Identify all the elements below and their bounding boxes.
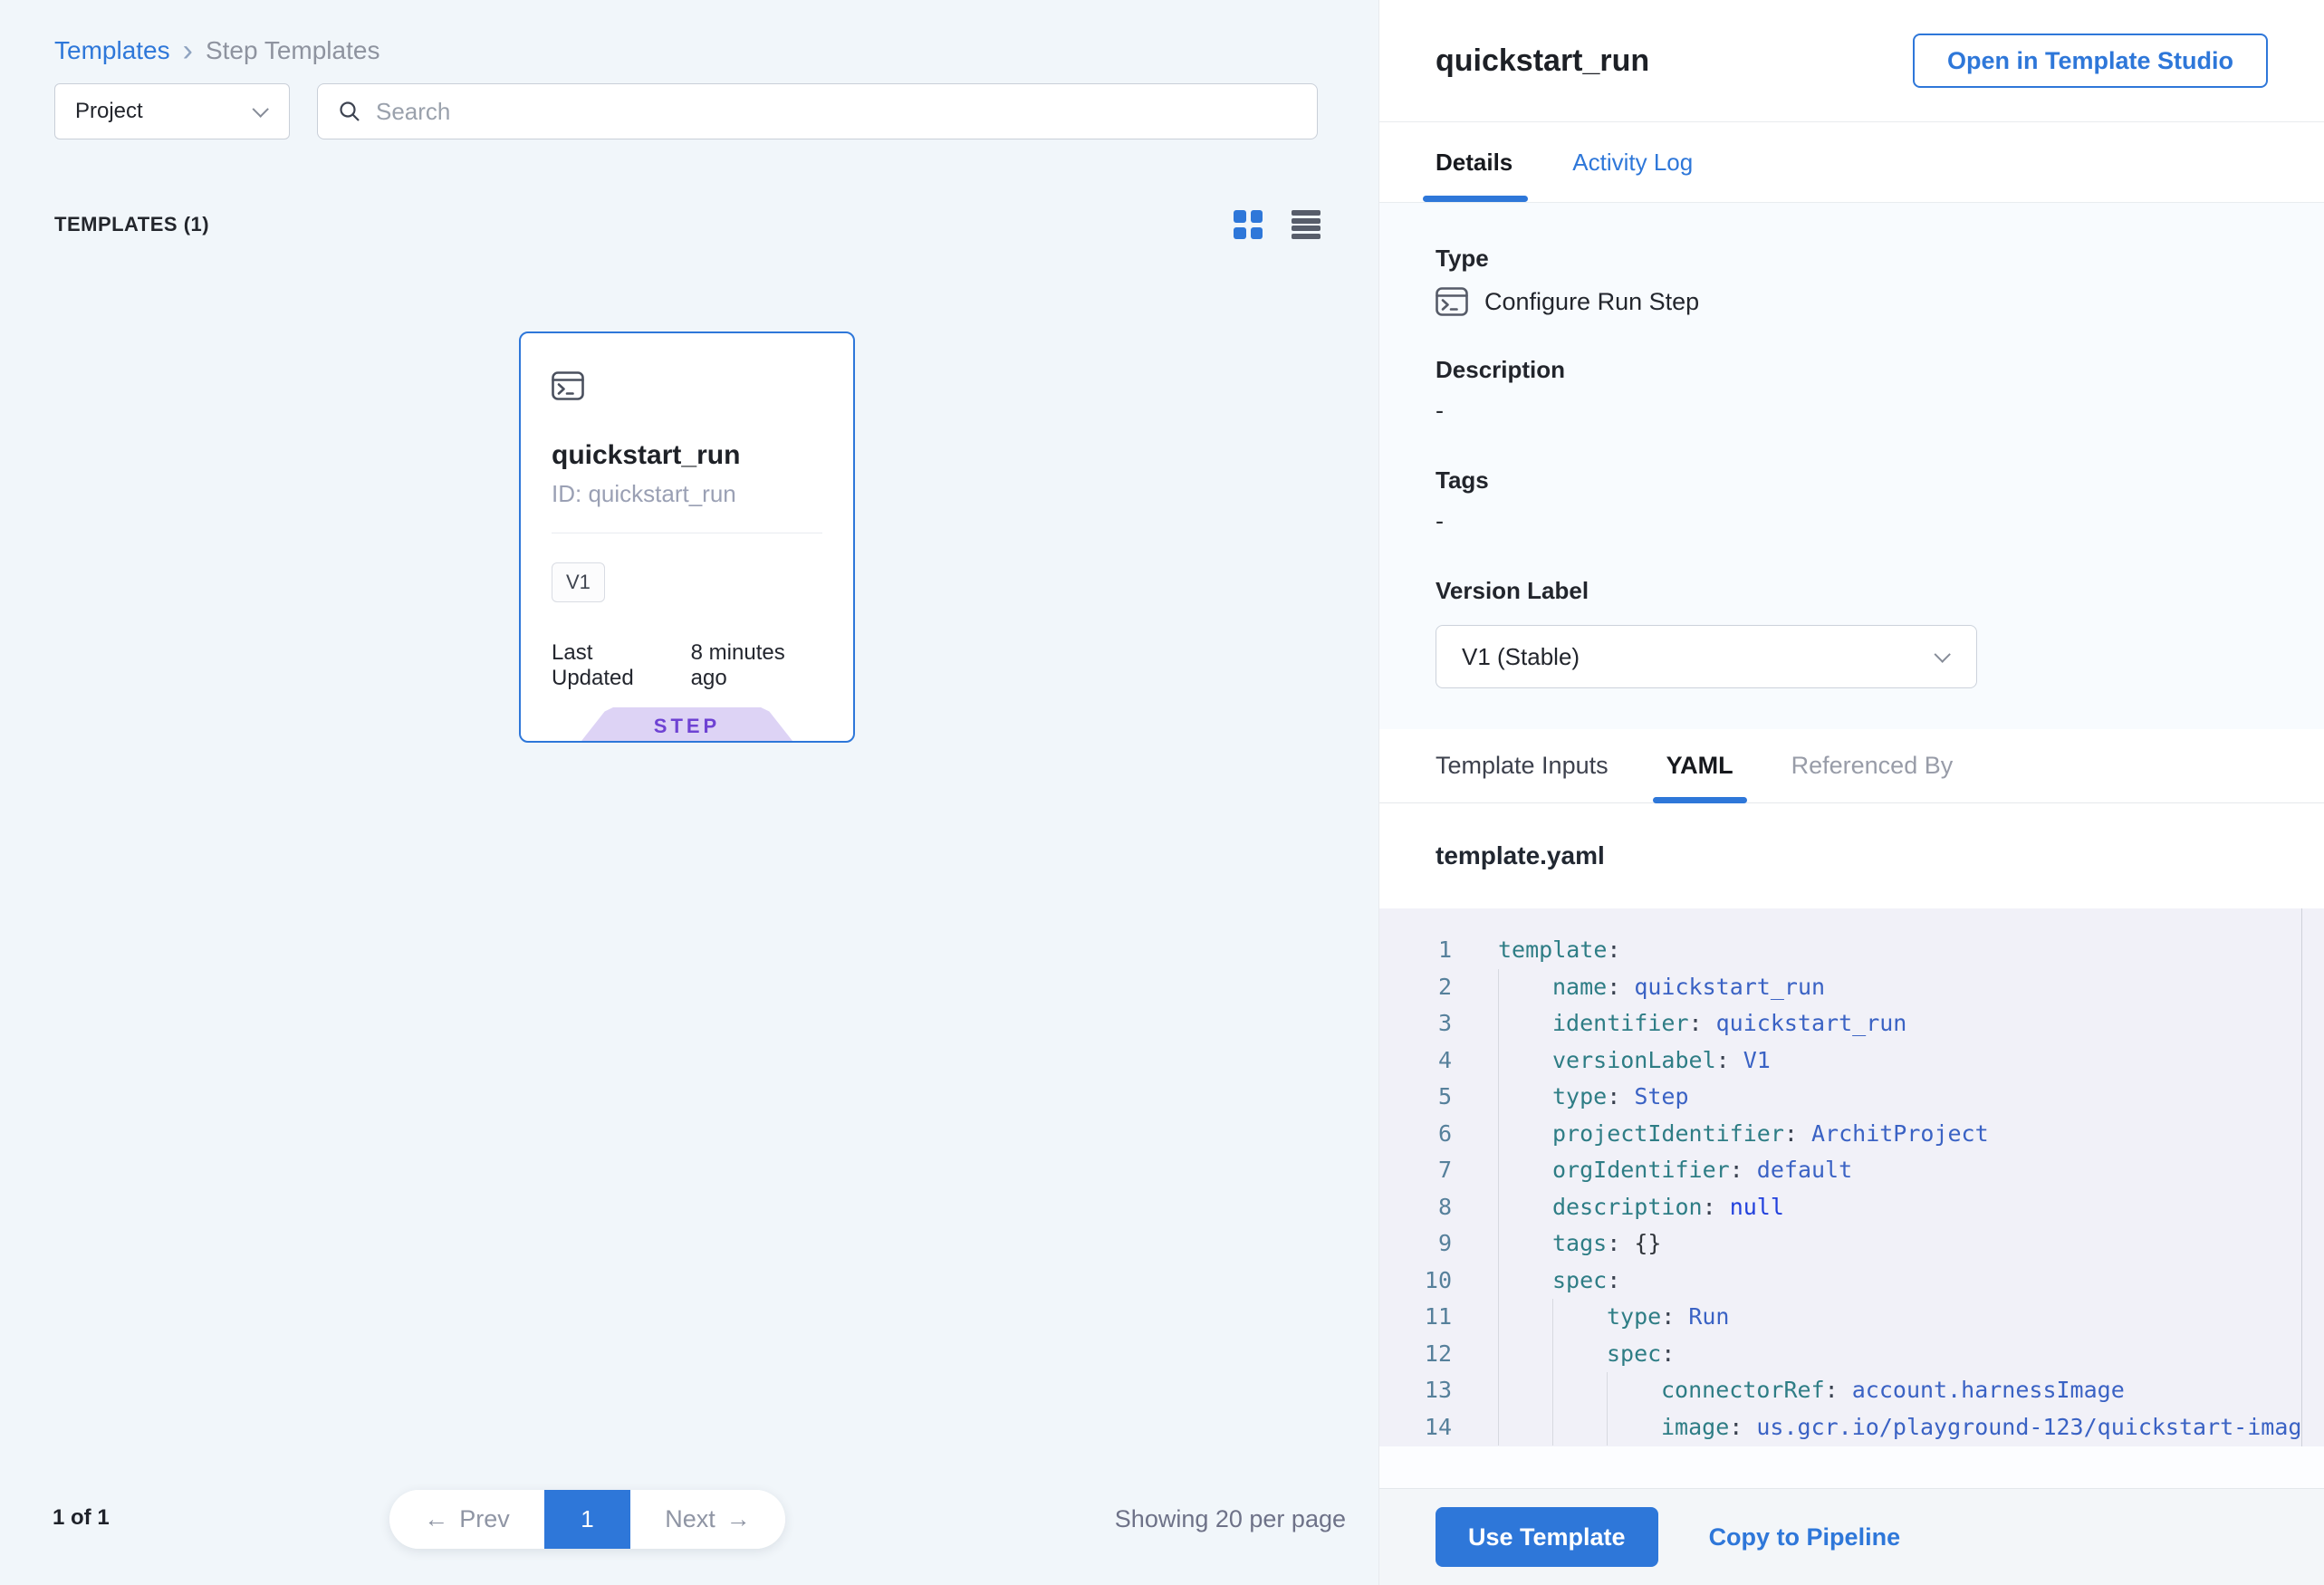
terminal-icon	[552, 371, 584, 400]
details-tabs: Details Activity Log	[1379, 122, 2324, 202]
app-root: Templates › Step Templates Project TEMPL…	[0, 0, 2324, 1585]
type-value: Configure Run Step	[1484, 288, 1699, 316]
yaml-line: 12spec:	[1379, 1336, 2324, 1373]
search-icon	[338, 100, 361, 123]
copy-to-pipeline-link[interactable]: Copy to Pipeline	[1709, 1523, 1901, 1551]
yaml-line: 14image: us.gcr.io/playground-123/quicks…	[1379, 1409, 2324, 1446]
yaml-line: 4versionLabel: V1	[1379, 1042, 2324, 1080]
terminal-icon	[1436, 287, 1468, 316]
tab-template-inputs[interactable]: Template Inputs	[1436, 729, 1609, 802]
view-toggle	[1234, 210, 1320, 239]
breadcrumb-templates-link[interactable]: Templates	[54, 36, 170, 65]
templates-count-label: TEMPLATES (1)	[54, 213, 209, 236]
tab-referenced-by[interactable]: Referenced By	[1791, 729, 1954, 802]
tags-value: -	[1436, 507, 2268, 535]
yaml-code: 1template:2name: quickstart_run3identifi…	[1379, 932, 2324, 1446]
active-tab-underline	[1423, 196, 1528, 202]
yaml-line: 1template:	[1379, 932, 2324, 969]
yaml-line: 13connectorRef: account.harnessImage	[1379, 1372, 2324, 1409]
yaml-line: 8description: null	[1379, 1189, 2324, 1226]
next-page-button[interactable]: Next →	[630, 1490, 785, 1549]
chevron-down-icon	[252, 101, 268, 117]
description-value: -	[1436, 397, 2268, 425]
tab-referenced-by-label: Referenced By	[1791, 752, 1954, 780]
description-label: Description	[1436, 356, 2268, 384]
grid-view-icon[interactable]	[1234, 210, 1263, 239]
pagination: ← Prev 1 Next →	[389, 1490, 785, 1549]
last-updated-value: 8 minutes ago	[691, 640, 822, 691]
tab-details-label: Details	[1436, 149, 1513, 177]
tab-template-inputs-label: Template Inputs	[1436, 752, 1609, 780]
details-footer: Use Template Copy to Pipeline	[1379, 1488, 2324, 1585]
yaml-line: 3identifier: quickstart_run	[1379, 1005, 2324, 1042]
breadcrumb-current: Step Templates	[206, 36, 380, 65]
templates-list-header: TEMPLATES (1)	[54, 210, 1320, 239]
details-body: Type Configure Run Step Description - Ta…	[1379, 202, 2324, 729]
template-card[interactable]: quickstart_run ID: quickstart_run V1 Las…	[519, 331, 855, 743]
version-label: Version Label	[1436, 577, 2268, 605]
type-row: Configure Run Step	[1436, 287, 2268, 316]
yaml-line: 7orgIdentifier: default	[1379, 1152, 2324, 1189]
scope-dropdown[interactable]: Project	[54, 83, 290, 139]
page-1-button[interactable]: 1	[544, 1490, 630, 1549]
tab-yaml-label: YAML	[1666, 752, 1733, 780]
open-in-template-studio-button[interactable]: Open in Template Studio	[1913, 34, 2268, 88]
step-type-badge: STEP	[581, 707, 792, 741]
version-dropdown-value: V1 (Stable)	[1462, 643, 1580, 671]
yaml-line: 10spec:	[1379, 1263, 2324, 1300]
prev-page-button[interactable]: ← Prev	[389, 1490, 544, 1549]
page-info: 1 of 1	[53, 1505, 110, 1531]
type-label: Type	[1436, 245, 2268, 273]
yaml-line: 2name: quickstart_run	[1379, 969, 2324, 1006]
templates-list-panel: Templates › Step Templates Project TEMPL…	[0, 0, 1378, 1585]
yaml-line: 11type: Run	[1379, 1299, 2324, 1336]
editor-scrollbar[interactable]	[2301, 908, 2324, 1446]
breadcrumb-chevron-icon: ›	[183, 38, 193, 63]
version-dropdown[interactable]: V1 (Stable)	[1436, 625, 1977, 688]
card-title: quickstart_run	[552, 440, 822, 471]
arrow-left-icon: ←	[424, 1505, 448, 1533]
template-details-panel: quickstart_run Open in Template Studio D…	[1378, 0, 2324, 1585]
yaml-file-title: template.yaml	[1379, 803, 2324, 908]
version-chip: V1	[552, 562, 605, 602]
last-updated-row: Last Updated 8 minutes ago	[552, 640, 822, 691]
yaml-line: 6projectIdentifier: ArchitProject	[1379, 1116, 2324, 1153]
card-id: ID: quickstart_run	[552, 480, 822, 508]
detail-sub-tabs: Template Inputs YAML Referenced By	[1379, 729, 2324, 803]
tab-activity-log-label: Activity Log	[1572, 149, 1693, 177]
yaml-editor[interactable]: 1template:2name: quickstart_run3identifi…	[1379, 908, 2324, 1446]
breadcrumb: Templates › Step Templates	[54, 36, 379, 65]
yaml-line: 5type: Step	[1379, 1079, 2324, 1116]
next-label: Next	[665, 1505, 715, 1533]
tab-details[interactable]: Details	[1436, 122, 1513, 202]
search-box	[317, 83, 1318, 139]
tab-activity-log[interactable]: Activity Log	[1572, 122, 1693, 202]
details-header: quickstart_run Open in Template Studio	[1379, 0, 2324, 122]
list-view-icon[interactable]	[1292, 210, 1320, 239]
tags-label: Tags	[1436, 466, 2268, 495]
per-page-label: Showing 20 per page	[1115, 1505, 1346, 1533]
yaml-line: 9tags: {}	[1379, 1225, 2324, 1263]
search-input[interactable]	[376, 98, 1297, 126]
use-template-button[interactable]: Use Template	[1436, 1507, 1658, 1567]
active-tab-underline	[1653, 797, 1747, 803]
tab-yaml[interactable]: YAML	[1666, 729, 1733, 802]
chevron-down-icon	[1934, 646, 1950, 662]
editor-bottom-gap	[1379, 1446, 2324, 1488]
prev-label: Prev	[459, 1505, 510, 1533]
last-updated-label: Last Updated	[552, 640, 677, 691]
arrow-right-icon: →	[726, 1505, 751, 1533]
scope-dropdown-value: Project	[75, 99, 143, 124]
page-title: quickstart_run	[1436, 43, 1649, 79]
